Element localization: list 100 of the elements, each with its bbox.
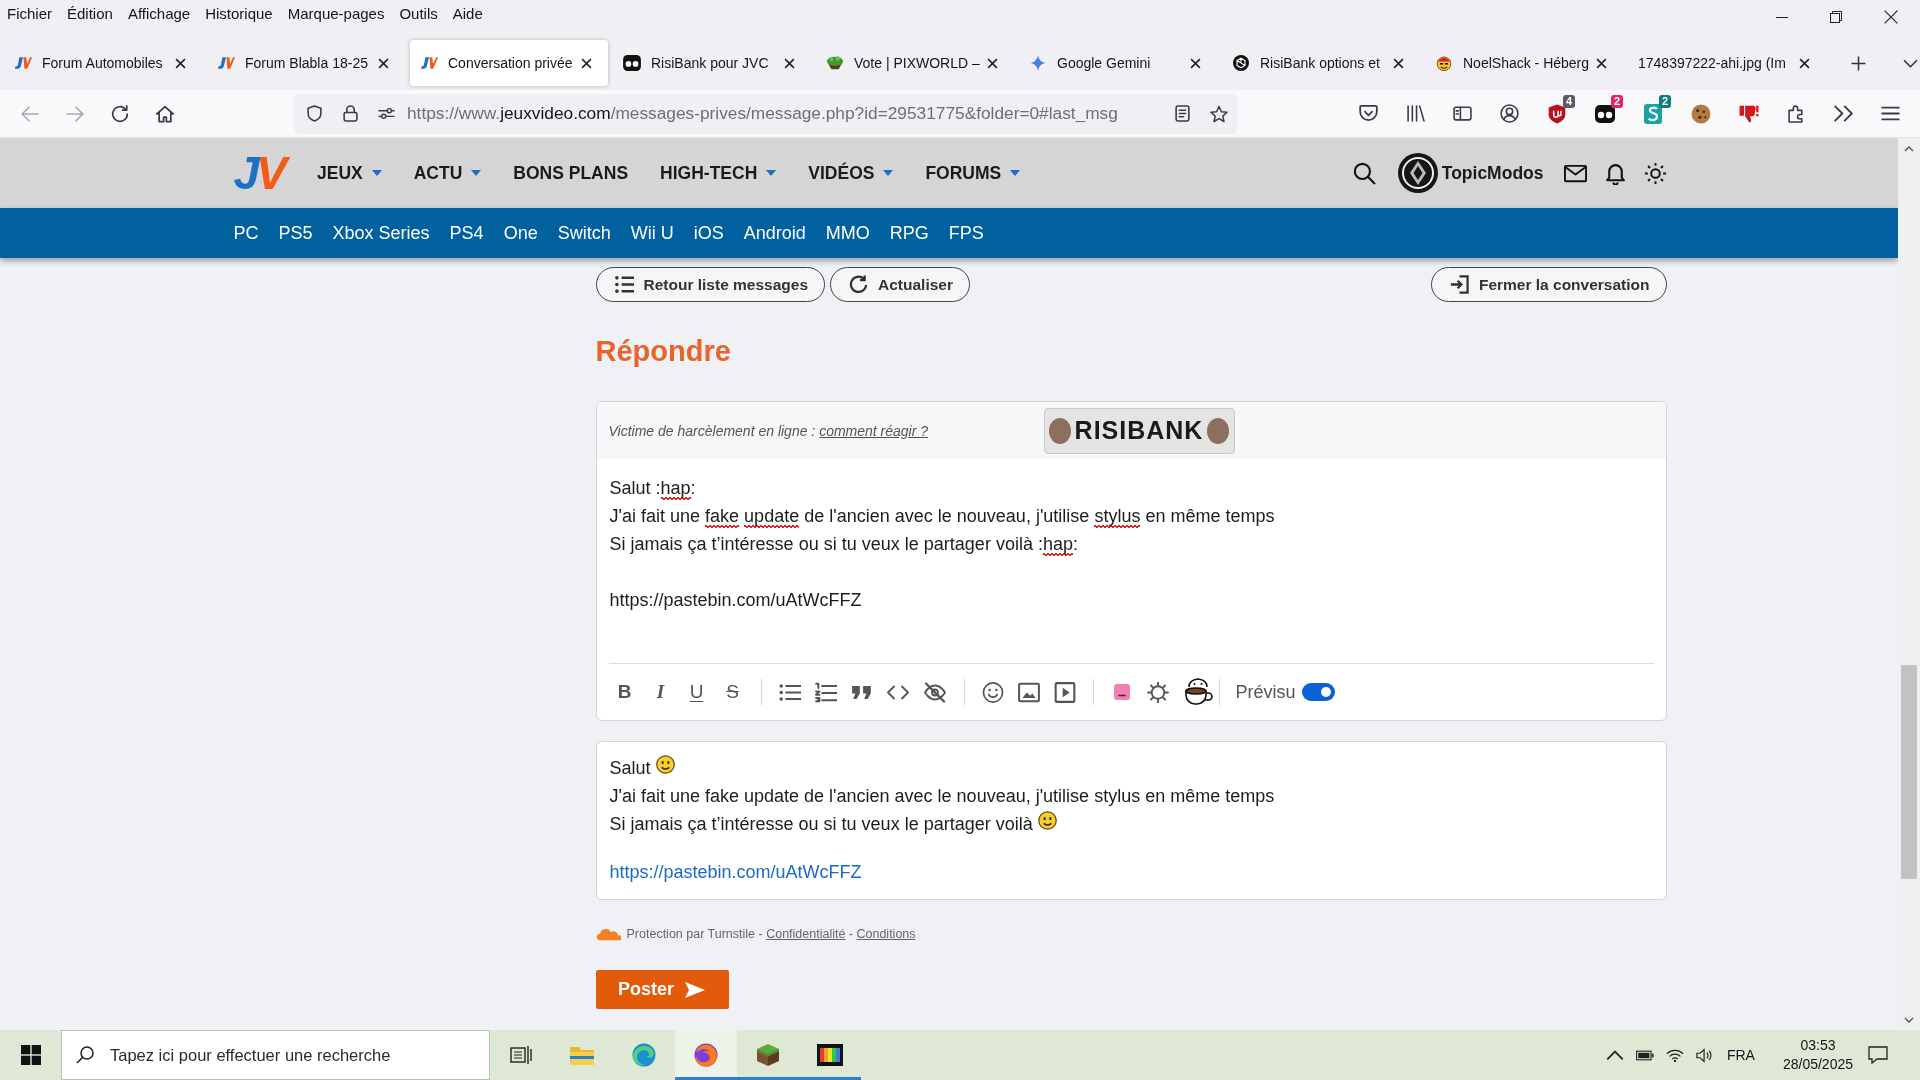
platform-link[interactable]: One: [503, 222, 538, 244]
nav-link[interactable]: ACTU: [413, 162, 482, 184]
format-button[interactable]: B: [613, 681, 636, 703]
format-button[interactable]: U: [685, 681, 708, 703]
close-icon[interactable]: [1596, 57, 1607, 69]
clock-time[interactable]: 03:53: [1800, 1036, 1836, 1055]
platform-link[interactable]: FPS: [948, 222, 984, 244]
shield-icon[interactable]: [1547, 103, 1567, 124]
platform-link[interactable]: PS4: [449, 222, 484, 244]
sticker-button[interactable]: RISIBANK: [1043, 407, 1235, 454]
close-icon[interactable]: [1799, 57, 1810, 69]
chevrons-icon[interactable]: [1834, 104, 1853, 123]
bell-icon[interactable]: [1603, 161, 1627, 185]
platform-link[interactable]: Switch: [557, 222, 611, 244]
action-button[interactable]: Fermer la conversation: [1430, 267, 1667, 302]
scrollbar-thumb[interactable]: [1901, 665, 1917, 879]
pocket-icon[interactable]: [1359, 104, 1378, 123]
image-icon[interactable]: [1017, 681, 1040, 703]
platform-link[interactable]: MMO: [825, 222, 870, 244]
numbered-list-icon[interactable]: [814, 681, 837, 703]
chevron-down-icon[interactable]: [1903, 59, 1918, 68]
bullet-list-icon[interactable]: [778, 681, 801, 703]
menu-item[interactable]: Aide: [452, 5, 483, 23]
menu-item[interactable]: Fichier: [7, 5, 52, 23]
browser-tab[interactable]: RisiBank options et: [1222, 40, 1420, 86]
clock-date[interactable]: 28/05/2025: [1782, 1055, 1853, 1074]
platform-link[interactable]: PS5: [278, 222, 313, 244]
shield-icon[interactable]: [306, 105, 323, 122]
close-icon[interactable]: [1884, 10, 1898, 24]
language-indicator[interactable]: FRA: [1726, 1047, 1755, 1063]
speaker-icon[interactable]: [1695, 1047, 1714, 1063]
platform-link[interactable]: RPG: [889, 222, 929, 244]
format-button[interactable]: S: [721, 681, 744, 703]
task-view-icon[interactable]: [509, 1045, 532, 1065]
menu-item[interactable]: Outils: [399, 5, 438, 23]
search-icon[interactable]: [1352, 161, 1376, 185]
sticker-icon[interactable]: [1113, 684, 1130, 700]
reload-icon[interactable]: [111, 104, 129, 123]
browser-tab[interactable]: Forum Blabla 18-25: [207, 40, 405, 86]
video-icon[interactable]: [1053, 681, 1076, 703]
smiley-icon[interactable]: [981, 681, 1004, 703]
menu-item[interactable]: Marque-pages: [287, 5, 385, 23]
mask-icon[interactable]: [1595, 103, 1615, 124]
wifi-icon[interactable]: [1665, 1047, 1684, 1063]
account-icon[interactable]: [1500, 104, 1519, 123]
close-icon[interactable]: [378, 57, 389, 69]
home-icon[interactable]: [156, 104, 174, 123]
message-field[interactable]: Salut :hap: J'ai fait une fake update de l'ancien avec le nouveau, j'utilise stylus en même temps Si jamais ça t’intéresse ou si tu veux le partager voilà :hap: https://pastebin.com/uAtWcFFZ: [596, 459, 1666, 663]
nav-link[interactable]: HIGH-TECH: [660, 162, 777, 184]
address-field[interactable]: https://www.jeuxvideo.com/messages-prives/message.php?id=29531775&folder=0#last_msg: [294, 93, 1238, 134]
minimize-icon[interactable]: [1776, 16, 1788, 18]
close-icon[interactable]: [1393, 57, 1404, 69]
close-icon[interactable]: [175, 57, 186, 69]
platform-link[interactable]: Xbox Series: [332, 222, 430, 244]
puzzle-icon[interactable]: [1787, 104, 1806, 123]
action-button[interactable]: Retour liste messages: [595, 267, 826, 302]
action-button[interactable]: Actualiser: [830, 267, 970, 302]
cup-icon[interactable]: [1182, 678, 1213, 706]
gear-icon[interactable]: [1146, 681, 1169, 703]
browser-tab[interactable]: Vote | PIXWORLD –: [816, 40, 1014, 86]
sun-icon[interactable]: [1643, 161, 1667, 185]
menu-icon[interactable]: [1881, 104, 1900, 123]
library-icon[interactable]: [1406, 104, 1425, 123]
nav-link[interactable]: JEUX: [317, 162, 382, 184]
scroll-down-icon[interactable]: [1904, 1017, 1914, 1023]
menu-item[interactable]: Historique: [205, 5, 273, 23]
nav-link[interactable]: BONS PLANS: [513, 162, 629, 184]
platform-link[interactable]: iOS: [693, 222, 724, 244]
browser-tab[interactable]: 1748397222-ahi.jpg (Im: [1628, 40, 1826, 86]
squiggle-icon[interactable]: [1643, 103, 1663, 124]
platform-link[interactable]: PC: [233, 222, 259, 244]
browser-tab[interactable]: Google Gemini: [1019, 40, 1217, 86]
nav-link[interactable]: VIDÉOS: [808, 162, 894, 184]
browser-tab[interactable]: Conversation privée: [410, 40, 608, 86]
browser-tab[interactable]: Forum Automobiles: [4, 40, 202, 86]
notification-icon[interactable]: [1868, 1046, 1888, 1064]
star-icon[interactable]: [1210, 104, 1228, 123]
windows-icon[interactable]: [20, 1045, 41, 1065]
username-link[interactable]: TopicModos: [1441, 162, 1544, 184]
close-icon[interactable]: [987, 57, 998, 69]
thumb-down-icon[interactable]: [1739, 103, 1759, 124]
reader-view-icon[interactable]: [1174, 105, 1191, 122]
plus-icon[interactable]: [1851, 56, 1866, 71]
restore-icon[interactable]: [1830, 11, 1842, 23]
format-button[interactable]: I: [649, 681, 672, 703]
policy-link[interactable]: Conditions: [856, 927, 916, 941]
nav-link[interactable]: FORUMS: [925, 162, 1021, 184]
policy-link[interactable]: Confidentialité: [766, 927, 846, 941]
close-icon[interactable]: [581, 57, 592, 69]
menu-item[interactable]: Affichage: [127, 5, 191, 23]
platform-link[interactable]: Android: [743, 222, 806, 244]
post-button[interactable]: Poster: [595, 970, 729, 1009]
sidebar-icon[interactable]: [1453, 104, 1472, 123]
close-icon[interactable]: [784, 57, 795, 69]
close-icon[interactable]: [1190, 57, 1201, 69]
eye-slash-icon[interactable]: [922, 681, 947, 703]
menu-item[interactable]: Édition: [67, 5, 113, 23]
avatar-icon[interactable]: [1397, 153, 1438, 193]
platform-link[interactable]: Wii U: [630, 222, 674, 244]
browser-tab[interactable]: RisiBank pour JVC: [613, 40, 811, 86]
